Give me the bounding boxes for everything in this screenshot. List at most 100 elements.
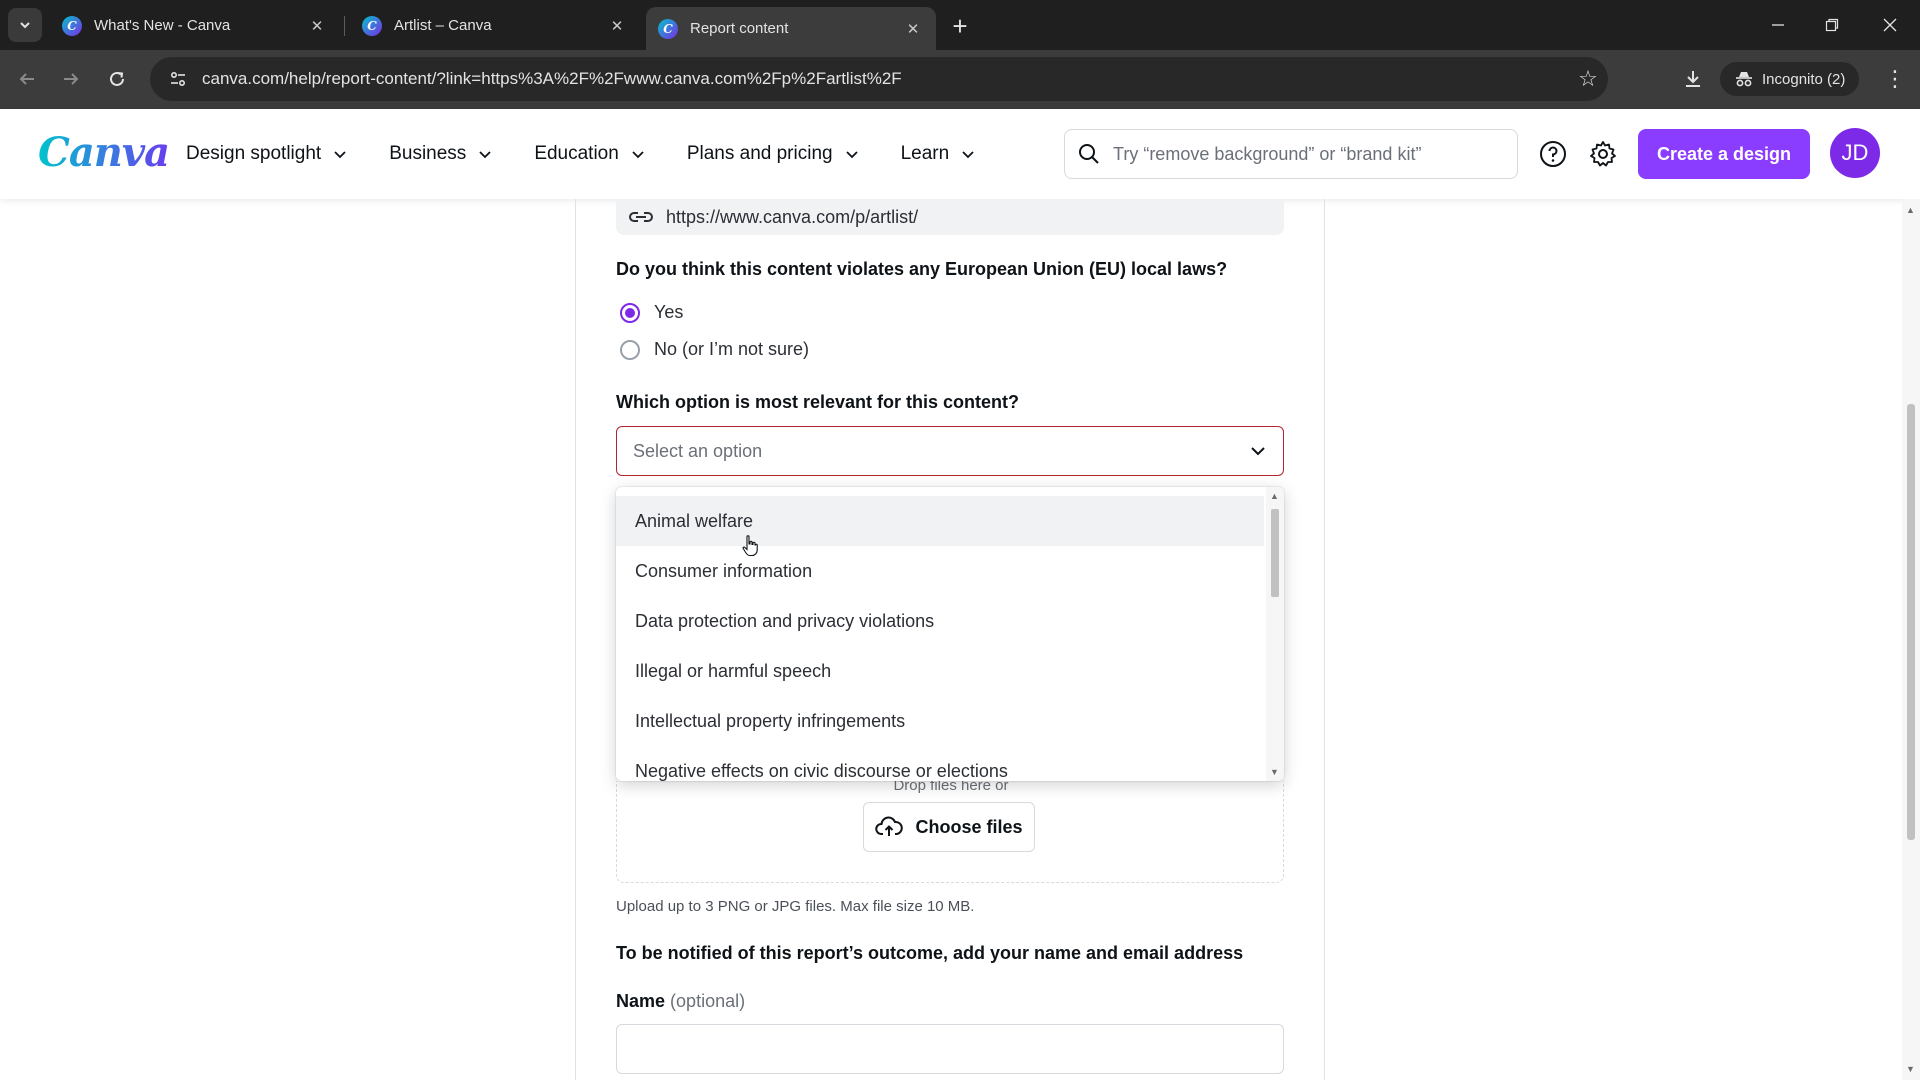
choose-files-button[interactable]: Choose files (863, 802, 1035, 852)
tab-title: Report content (690, 20, 789, 37)
radio-option-yes[interactable]: Yes (620, 302, 683, 323)
upload-note: Upload up to 3 PNG or JPG files. Max fil… (616, 898, 975, 915)
option-animal-welfare[interactable]: Animal welfare (616, 496, 1264, 546)
tab-close-icon[interactable]: ✕ (902, 18, 924, 40)
incognito-label: Incognito (2) (1762, 70, 1846, 88)
settings-button[interactable] (1585, 136, 1621, 172)
nav-label: Plans and pricing (686, 143, 833, 164)
incognito-indicator[interactable]: Incognito (2) (1720, 62, 1860, 96)
site-search-input[interactable]: Try “remove background” or “brand kit” (1064, 129, 1518, 179)
browser-tab-bar: C What's New - Canva ✕ C Artlist – Canva… (0, 0, 1920, 50)
option-illegal-speech[interactable]: Illegal or harmful speech (616, 646, 1264, 696)
scroll-down-arrow-icon[interactable]: ▼ (1270, 767, 1279, 777)
radio-button-checked[interactable] (620, 302, 640, 323)
nav-learn[interactable]: Learn (901, 143, 976, 165)
minimize-button[interactable] (1756, 8, 1800, 42)
nav-label: Learn (900, 143, 950, 164)
radio-button[interactable] (620, 339, 640, 360)
option-civic-discourse[interactable]: Negative effects on civic discourse or e… (616, 746, 1264, 781)
notify-label: To be notified of this report’s outcome,… (616, 943, 1244, 963)
scroll-up-arrow-icon[interactable]: ▲ (1270, 491, 1279, 501)
reload-button[interactable] (100, 62, 134, 96)
search-placeholder: Try “remove background” or “brand kit” (1113, 143, 1422, 164)
listbox-scrollbar[interactable]: ▲ ▼ (1266, 487, 1284, 781)
url-text[interactable]: canva.com/help/report-content/?link=http… (202, 69, 1568, 89)
omnibox[interactable]: canva.com/help/report-content/?link=http… (150, 57, 1608, 101)
listbox-scrollbar-thumb[interactable] (1271, 509, 1279, 597)
search-icon (1079, 144, 1099, 164)
scroll-up-arrow-icon[interactable]: ▲ (1906, 205, 1915, 215)
choose-files-label: Choose files (915, 816, 1023, 837)
restore-icon (1825, 18, 1839, 32)
chevron-down-icon (845, 147, 859, 161)
reload-icon (110, 71, 124, 86)
name-label-text: Name (616, 991, 666, 1011)
option-data-protection[interactable]: Data protection and privacy violations (616, 596, 1264, 646)
chevron-down-icon (631, 147, 645, 161)
radio-label: Yes (654, 302, 684, 322)
file-drop-zone[interactable]: Drop files here or Choose files (616, 777, 1284, 883)
nav-plans-and-pricing[interactable]: Plans and pricing (687, 143, 859, 165)
help-icon (1540, 141, 1566, 167)
close-window-button[interactable] (1868, 8, 1912, 42)
bookmark-star-icon[interactable]: ☆ (1568, 66, 1608, 92)
canva-favicon-icon: C (362, 15, 382, 36)
site-settings-icon[interactable] (158, 70, 198, 88)
tab-close-icon[interactable]: ✕ (606, 15, 628, 37)
main-nav: Design spotlight Business Education Plan… (186, 109, 1017, 199)
hand-cursor-icon (742, 535, 758, 557)
option-intellectual-property[interactable]: Intellectual property infringements (616, 696, 1264, 746)
chevron-down-icon (961, 147, 975, 161)
tab-title: Artlist – Canva (394, 17, 492, 34)
avatar[interactable]: JD (1830, 128, 1880, 178)
radio-option-no[interactable]: No (or I’m not sure) (620, 339, 809, 360)
restore-button[interactable] (1810, 8, 1854, 42)
nav-business[interactable]: Business (389, 143, 492, 165)
tab-title: What's New - Canva (94, 17, 231, 34)
back-arrow-icon (19, 73, 34, 85)
chevron-down-icon (1233, 443, 1283, 459)
optional-tag: (optional) (670, 991, 746, 1011)
canva-logo[interactable]: Canva (38, 129, 170, 176)
tab-artlist[interactable]: C Artlist – Canva ✕ (350, 7, 640, 44)
browser-menu-button[interactable]: ⋮ (1880, 62, 1910, 96)
tab-whats-new[interactable]: C What's New - Canva ✕ (50, 7, 340, 44)
name-field-label: Name (optional) (616, 991, 745, 1012)
link-icon (629, 212, 653, 222)
page-scrollbar-thumb[interactable] (1907, 404, 1915, 840)
tab-search-button[interactable] (8, 8, 42, 42)
incognito-icon (1736, 72, 1752, 87)
chevron-down-icon (478, 147, 492, 161)
new-tab-button[interactable]: + (944, 10, 976, 42)
gear-icon (1590, 141, 1616, 167)
minimize-icon (1772, 24, 1784, 26)
canva-favicon-icon: C (658, 18, 678, 39)
page-scrollbar[interactable]: ▲ ▼ (1902, 199, 1920, 1080)
reported-link-box: https://www.canva.com/p/artlist/ (616, 199, 1284, 235)
nav-design-spotlight[interactable]: Design spotlight (186, 143, 347, 165)
nav-label: Education (534, 143, 619, 164)
site-header: Canva Design spotlight Business Educatio… (0, 109, 1920, 199)
chevron-down-icon (333, 147, 347, 161)
name-input[interactable] (616, 1024, 1284, 1074)
radio-label: No (or I’m not sure) (654, 339, 810, 359)
reported-link-text: https://www.canva.com/p/artlist/ (666, 206, 919, 227)
cloud-upload-icon (875, 816, 904, 836)
option-consumer-information[interactable]: Consumer information (616, 546, 1264, 596)
tab-report-content[interactable]: C Report content ✕ (646, 7, 936, 50)
eu-question-label: Do you think this content violates any E… (616, 259, 1228, 279)
scroll-down-arrow-icon[interactable]: ▼ (1906, 1064, 1915, 1074)
relevance-select[interactable]: Select an option (616, 426, 1284, 476)
canva-favicon-icon: C (62, 15, 82, 36)
select-placeholder: Select an option (633, 440, 763, 461)
nav-label: Business (389, 143, 467, 164)
browser-address-bar: canva.com/help/report-content/?link=http… (0, 50, 1920, 109)
create-a-design-button[interactable]: Create a design (1638, 129, 1810, 179)
back-button[interactable] (10, 62, 44, 96)
tab-close-icon[interactable]: ✕ (306, 15, 328, 37)
forward-button[interactable] (54, 62, 88, 96)
options-listbox: Animal welfare Consumer information Data… (616, 487, 1284, 781)
help-button[interactable] (1535, 136, 1571, 172)
downloads-button[interactable] (1676, 62, 1710, 96)
nav-education[interactable]: Education (534, 143, 645, 165)
